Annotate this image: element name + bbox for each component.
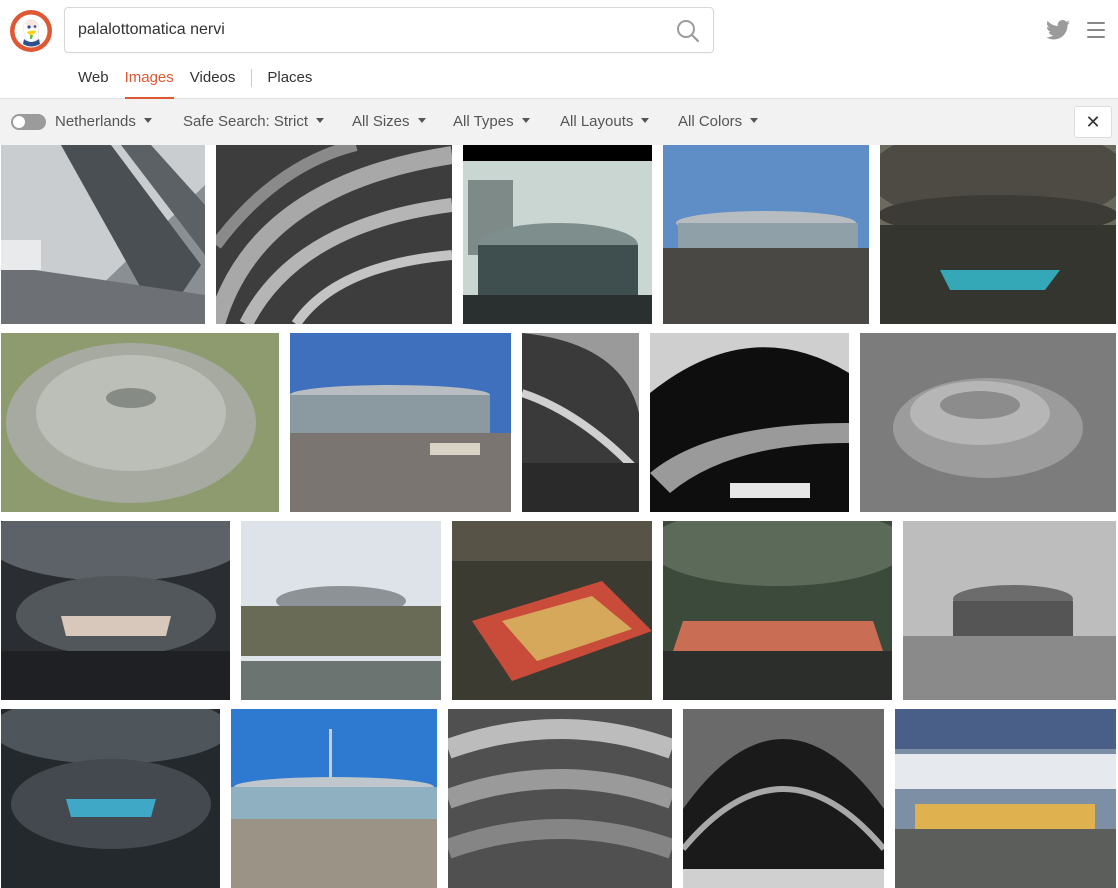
- image-result[interactable]: [663, 521, 892, 700]
- image-result[interactable]: [448, 709, 672, 888]
- size-filter[interactable]: All Sizes: [352, 113, 426, 130]
- tab-separator: [251, 69, 253, 87]
- hamburger-menu-icon[interactable]: [1087, 22, 1105, 38]
- image-thumbnail: [522, 333, 639, 512]
- image-thumbnail: [448, 709, 672, 888]
- close-icon: ✕: [1085, 112, 1101, 132]
- image-result[interactable]: [463, 145, 652, 324]
- caret-down-icon: [750, 118, 759, 123]
- image-thumbnail: [290, 333, 511, 512]
- region-toggle[interactable]: [11, 114, 46, 130]
- tab-images[interactable]: Images: [124, 60, 174, 99]
- image-thumbnail: [880, 145, 1116, 324]
- image-result[interactable]: [860, 333, 1116, 512]
- type-filter[interactable]: All Types: [453, 113, 530, 130]
- color-filter[interactable]: All Colors: [678, 113, 759, 130]
- image-result[interactable]: [1, 521, 230, 700]
- image-thumbnail: [1, 145, 205, 324]
- image-thumbnail: [1, 521, 230, 700]
- close-filters-button[interactable]: ✕: [1074, 106, 1112, 138]
- color-filter-label: All Colors: [678, 113, 743, 130]
- image-result[interactable]: [650, 333, 849, 512]
- image-result[interactable]: [452, 521, 652, 700]
- image-thumbnail: [1, 333, 279, 512]
- type-filter-label: All Types: [453, 113, 514, 130]
- tab-places[interactable]: Places: [267, 60, 312, 99]
- image-result[interactable]: [1, 145, 205, 324]
- search-box: [64, 7, 714, 53]
- search-input[interactable]: [78, 8, 658, 52]
- safe-search-label: Safe Search: Strict: [183, 113, 309, 130]
- image-result[interactable]: [1, 333, 279, 512]
- twitter-icon[interactable]: [1046, 20, 1070, 40]
- image-thumbnail: [903, 521, 1116, 700]
- region-filter-label: Netherlands: [55, 113, 136, 130]
- image-result[interactable]: [231, 709, 437, 888]
- caret-down-icon: [143, 118, 152, 123]
- header: Web Images Videos Places: [0, 0, 1118, 99]
- image-result[interactable]: [903, 521, 1116, 700]
- image-result[interactable]: [1, 709, 220, 888]
- image-thumbnail: [663, 521, 892, 700]
- tab-web[interactable]: Web: [78, 60, 109, 99]
- filter-bar: Netherlands Safe Search: Strict All Size…: [0, 99, 1118, 145]
- image-thumbnail: [241, 521, 441, 700]
- safe-search-filter[interactable]: Safe Search: Strict: [183, 113, 325, 130]
- image-thumbnail: [663, 145, 869, 324]
- image-thumbnail: [895, 709, 1116, 888]
- search-icon[interactable]: [675, 18, 701, 44]
- tab-videos[interactable]: Videos: [190, 60, 236, 99]
- image-thumbnail: [860, 333, 1116, 512]
- caret-down-icon: [521, 118, 530, 123]
- caret-down-icon: [641, 118, 650, 123]
- image-thumbnail: [1, 709, 220, 888]
- search-tabs: Web Images Videos Places: [78, 60, 328, 99]
- image-thumbnail: [452, 521, 652, 700]
- image-result[interactable]: [683, 709, 884, 888]
- image-thumbnail: [231, 709, 437, 888]
- image-thumbnail: [463, 145, 652, 324]
- region-filter[interactable]: Netherlands: [55, 113, 152, 130]
- image-result[interactable]: [895, 709, 1116, 888]
- image-thumbnail: [650, 333, 849, 512]
- caret-down-icon: [316, 118, 325, 123]
- toggle-knob: [13, 116, 25, 128]
- image-result[interactable]: [663, 145, 869, 324]
- layout-filter[interactable]: All Layouts: [560, 113, 650, 130]
- image-result[interactable]: [522, 333, 639, 512]
- image-thumbnail: [216, 145, 452, 324]
- image-result[interactable]: [880, 145, 1116, 324]
- duckduckgo-logo-icon[interactable]: [9, 9, 53, 53]
- size-filter-label: All Sizes: [352, 113, 410, 130]
- caret-down-icon: [417, 118, 426, 123]
- image-thumbnail: [683, 709, 884, 888]
- image-result[interactable]: [241, 521, 441, 700]
- image-result[interactable]: [216, 145, 452, 324]
- layout-filter-label: All Layouts: [560, 113, 634, 130]
- image-result[interactable]: [290, 333, 511, 512]
